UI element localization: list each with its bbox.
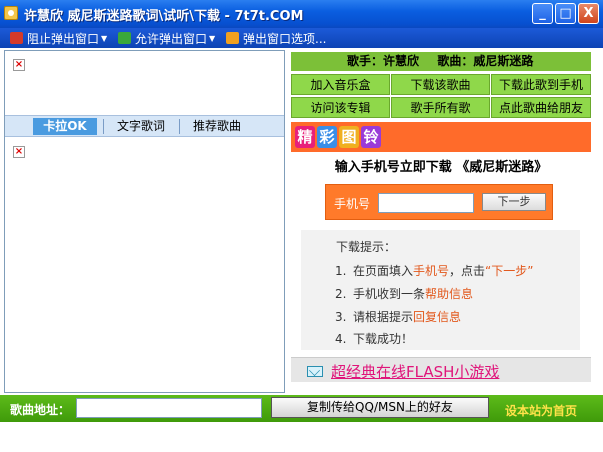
tip-step-4: 4. 下载成功！ [335, 332, 414, 346]
block-popup-label: 阻止弹出窗口 [27, 31, 100, 46]
broken-image-icon: × [13, 146, 25, 158]
flash-game-link[interactable]: 超经典在线FLASH小游戏 [331, 361, 499, 382]
blank-area [0, 422, 603, 452]
popup-options-button[interactable]: 弹出窗口选项... [226, 30, 326, 46]
banner-char: 图 [339, 126, 359, 148]
checkmark-icon [118, 32, 131, 44]
minimize-button[interactable]: _ [532, 3, 553, 24]
chevron-down-icon: ▼ [101, 33, 108, 43]
singer-label: 歌手： [347, 54, 384, 68]
allow-popup-label: 允许弹出窗口 [135, 31, 208, 46]
download-tips: 下载提示： 1. 在页面填入手机号，点击“下一步” 2. 手机收到一条帮助信息 3.… [301, 230, 580, 350]
window-title: 许慧欣 威尼斯迷路歌词\试听\下载 - 7t7t.COM [24, 9, 304, 24]
tab-text-lyrics[interactable]: 文字歌词 [109, 118, 173, 135]
song-name: 威尼斯迷路 [473, 54, 534, 68]
song-label: 歌曲： [437, 54, 474, 68]
tab-recommend[interactable]: 推荐歌曲 [185, 118, 249, 135]
banner-char: 铃 [361, 126, 381, 148]
popup-options-label: 弹出窗口选项... [243, 31, 327, 46]
popup-toolbar: 阻止弹出窗口 ▼ 允许弹出窗口 ▼ 弹出窗口选项... [0, 28, 603, 48]
game-link-bar: 超经典在线FLASH小游戏 [291, 357, 591, 382]
maximize-button[interactable]: □ [555, 3, 576, 24]
visit-album-button[interactable]: 访问该专辑 [291, 97, 390, 118]
set-homepage-link[interactable]: 设本站为首页 [505, 402, 577, 419]
right-panel: 歌手：许慧欣 歌曲：威尼斯迷路 加入音乐盒 下载该歌曲 下载此歌到手机 访问该专… [289, 50, 593, 393]
browser-window: 许慧欣 威尼斯迷路歌词\试听\下载 - 7t7t.COM _ □ X 阻止弹出窗… [0, 0, 603, 452]
banner-char: 彩 [317, 126, 337, 148]
download-song-button[interactable]: 下载该歌曲 [391, 74, 490, 95]
phone-download-form: 手机号 下一步 [325, 184, 553, 220]
left-panel: × 卡拉OK 文字歌词 推荐歌曲 × [4, 50, 285, 393]
app-icon [4, 6, 18, 20]
action-buttons: 加入音乐盒 下载该歌曲 下载此歌到手机 访问该专辑 歌手所有歌 点此歌曲给朋友 [291, 74, 591, 120]
tab-divider [179, 119, 180, 134]
allow-popup-button[interactable]: 允许弹出窗口 ▼ [118, 30, 215, 46]
download-heading: 输入手机号立即下载 《威尼斯迷路》 [334, 160, 548, 175]
copy-to-friend-button[interactable]: 复制传给QQ/MSN上的好友 [271, 397, 489, 418]
tab-karaoke[interactable]: 卡拉OK [33, 118, 97, 135]
download-to-phone-button[interactable]: 下载此歌到手机 [491, 74, 591, 95]
phone-input[interactable] [378, 193, 474, 213]
block-popup-button[interactable]: 阻止弹出窗口 ▼ [10, 30, 107, 46]
tip-step-3: 3. 请根据提示回复信息 [335, 310, 462, 324]
song-address-input[interactable] [76, 398, 262, 418]
song-info-bar: 歌手：许慧欣 歌曲：威尼斯迷路 [291, 52, 591, 71]
song-address-label: 歌曲地址： [10, 403, 71, 417]
banner-char: 精 [295, 126, 315, 148]
lyrics-tabs: 卡拉OK 文字歌词 推荐歌曲 [5, 115, 284, 137]
envelope-icon [307, 366, 323, 377]
singer-all-songs-button[interactable]: 歌手所有歌 [391, 97, 490, 118]
tab-divider [103, 119, 104, 134]
ringtone-banner[interactable]: 精 彩 图 铃 [291, 122, 591, 152]
phone-label: 手机号 [334, 197, 371, 211]
broken-image-icon: × [13, 59, 25, 71]
next-step-button[interactable]: 下一步 [482, 193, 546, 211]
singer-name: 许慧欣 [383, 54, 420, 68]
add-to-musicbox-button[interactable]: 加入音乐盒 [291, 74, 390, 95]
song-address-bar: 歌曲地址： 复制传给QQ/MSN上的好友 设本站为首页 [0, 395, 603, 422]
tips-title: 下载提示： [336, 240, 397, 254]
tip-step-2: 2. 手机收到一条帮助信息 [335, 287, 474, 301]
close-button[interactable]: X [578, 3, 599, 24]
chevron-down-icon: ▼ [209, 33, 216, 43]
send-to-friend-button[interactable]: 点此歌曲给朋友 [491, 97, 591, 118]
tip-step-1: 1. 在页面填入手机号，点击“下一步” [335, 264, 534, 278]
popup-window-icon [226, 32, 239, 44]
title-bar[interactable]: 许慧欣 威尼斯迷路歌词\试听\下载 - 7t7t.COM _ □ X [0, 0, 603, 28]
block-icon [10, 32, 23, 44]
